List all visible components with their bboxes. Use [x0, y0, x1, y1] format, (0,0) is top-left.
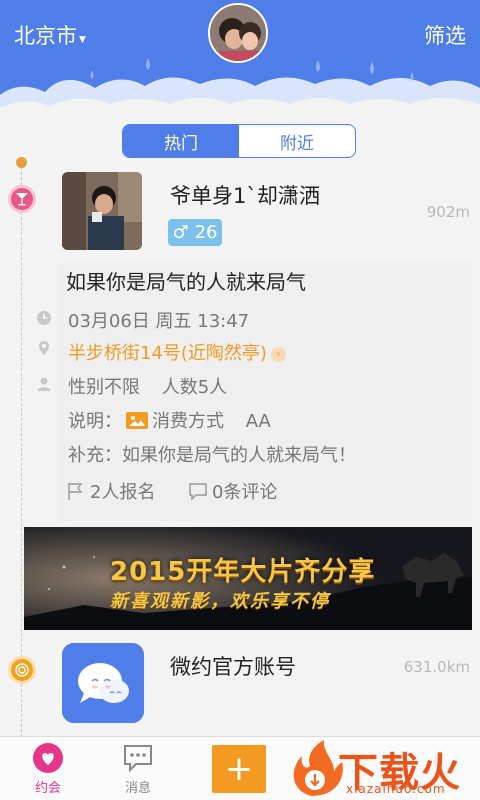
flag-icon	[68, 483, 83, 500]
payment-value: AA	[245, 411, 271, 432]
activity-title: 如果你是局气的人就来局气	[66, 270, 306, 294]
distance-label: 902m	[426, 203, 470, 221]
gender-limit: 性别不限	[68, 377, 140, 398]
nav-dating-label: 约会	[34, 781, 61, 796]
location-pin-icon	[39, 341, 49, 355]
city-label: 北京市	[14, 24, 77, 48]
payment-method: 消费方式	[152, 411, 224, 432]
feed-tabs: 热门 附近	[122, 124, 356, 158]
age-value: 26	[194, 222, 218, 243]
tab-hot[interactable]: 热门	[123, 125, 239, 157]
signup-label: 2人报名	[90, 482, 156, 503]
dropdown-caret-icon: ▼	[79, 35, 86, 45]
official-distance: 631.0km	[403, 658, 470, 676]
male-icon: ♂	[172, 222, 189, 243]
timeline-dot	[16, 157, 27, 168]
promo-banner[interactable]: 2015开年大片齐分享 新喜观新影，欢乐享不停	[24, 527, 472, 630]
header: 北京市 ▼ 筛选	[0, 0, 480, 125]
activity-requirements: 性别不限 人数5人	[68, 373, 227, 399]
chat-bubble-icon	[122, 742, 154, 774]
official-account-logo[interactable]	[62, 643, 144, 723]
comment-label: 0条评论	[212, 482, 278, 503]
filter-button[interactable]: 筛选	[424, 20, 466, 50]
image-icon	[126, 412, 148, 429]
activity-datetime: 03月06日 周五 13:47	[68, 311, 250, 332]
city-selector[interactable]: 北京市 ▼	[14, 20, 86, 50]
signup-count[interactable]: 2人报名	[66, 478, 155, 504]
nav-messages[interactable]: 消息	[108, 742, 168, 796]
activity-address-link[interactable]: 半步桥街14号(近陶然亭) ›	[68, 339, 286, 365]
comment-count[interactable]: 0条评论	[188, 478, 277, 504]
heart-icon	[32, 742, 64, 774]
poster-photo[interactable]	[62, 172, 142, 250]
clock-icon	[37, 311, 51, 325]
poster-username[interactable]: 爷单身1`却潇洒	[170, 180, 320, 210]
chevron-right-icon: ›	[270, 346, 286, 362]
headcount: 人数5人	[161, 377, 228, 398]
timeline-line	[21, 162, 22, 737]
user-avatar[interactable]	[208, 3, 268, 63]
target-icon	[8, 656, 36, 684]
add-activity-button[interactable]: +	[212, 745, 266, 793]
person-icon	[37, 377, 51, 391]
official-account-name[interactable]: 微约官方账号	[170, 651, 296, 681]
banner-subtitle: 新喜观新影，欢乐享不停	[110, 591, 330, 612]
address-text: 半步桥街14号(近陶然亭)	[68, 343, 267, 364]
cocktail-icon	[8, 185, 36, 213]
banner-title: 2015开年大片齐分享	[110, 557, 376, 587]
activity-payment: 说明： 消费方式 AA	[68, 407, 271, 433]
description-label: 说明：	[68, 411, 122, 432]
gender-age-badge: ♂ 26	[168, 219, 222, 246]
tab-nearby[interactable]: 附近	[239, 125, 355, 157]
comment-icon	[189, 483, 207, 501]
activity-supplement: 补充：如果你是局气的人就来局气！	[68, 445, 356, 466]
nav-messages-label: 消息	[124, 781, 151, 796]
nav-dating[interactable]: 约会	[18, 742, 78, 796]
watermark-url: xiazaihuo.com	[346, 782, 446, 796]
